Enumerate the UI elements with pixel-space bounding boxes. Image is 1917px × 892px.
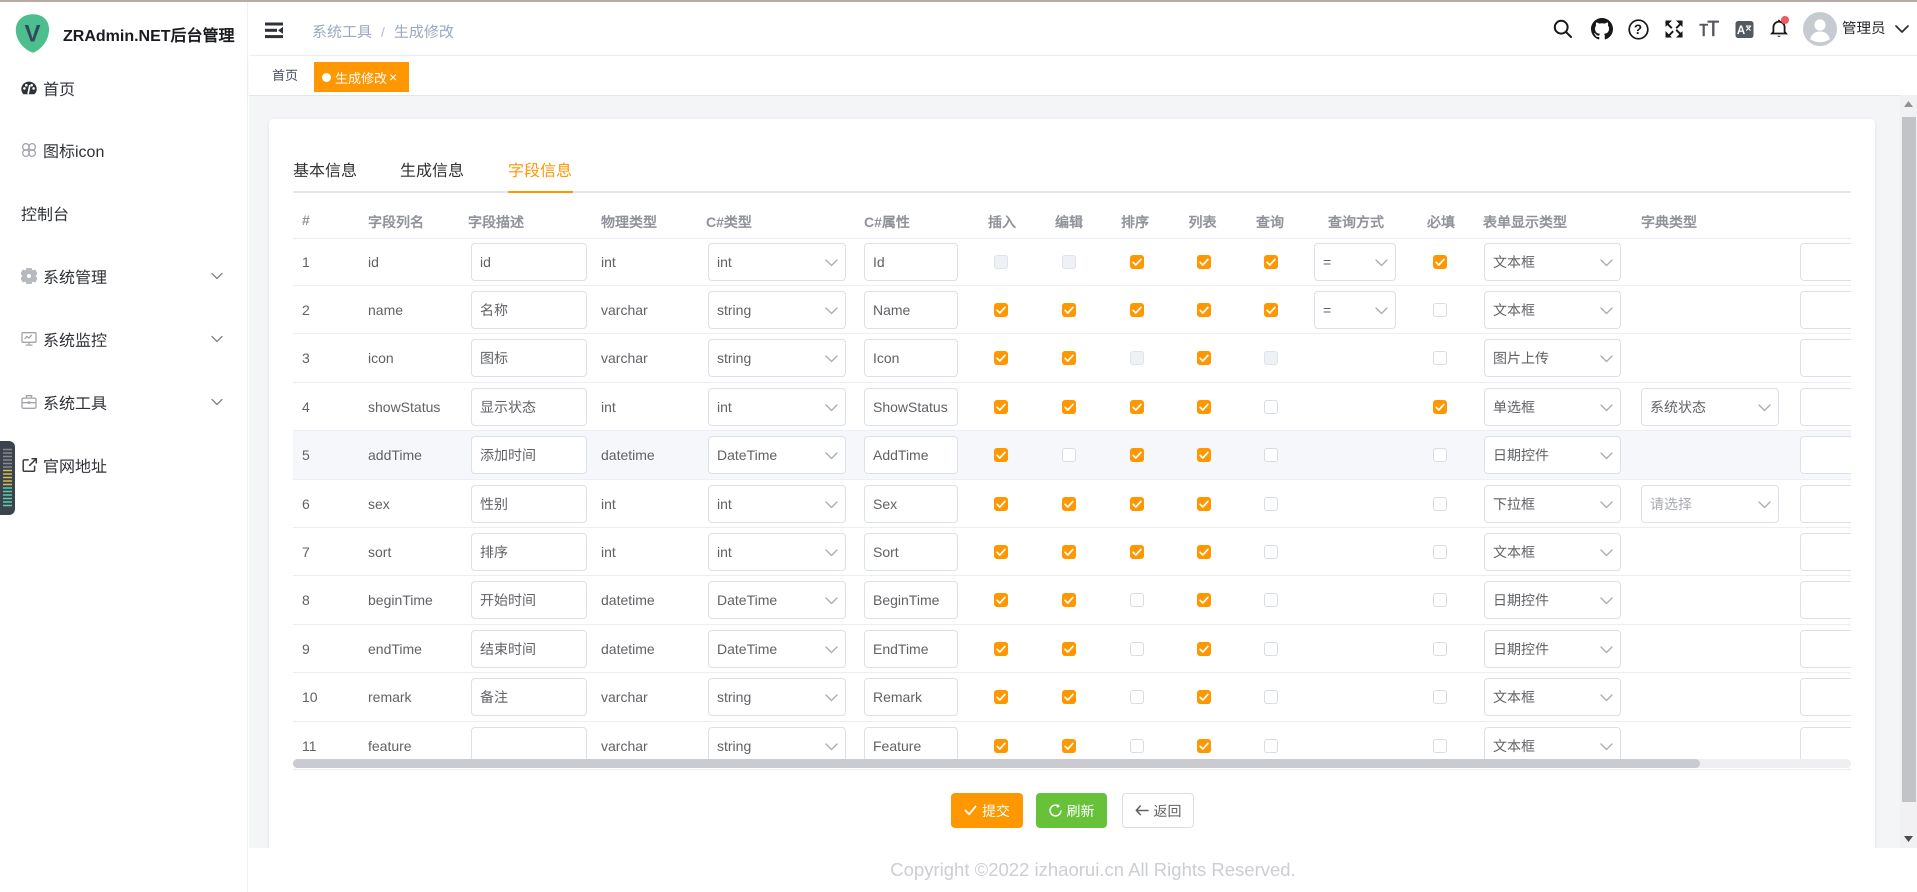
svg-text:A: A [1736, 25, 1744, 37]
svg-text:V: V [24, 21, 40, 48]
